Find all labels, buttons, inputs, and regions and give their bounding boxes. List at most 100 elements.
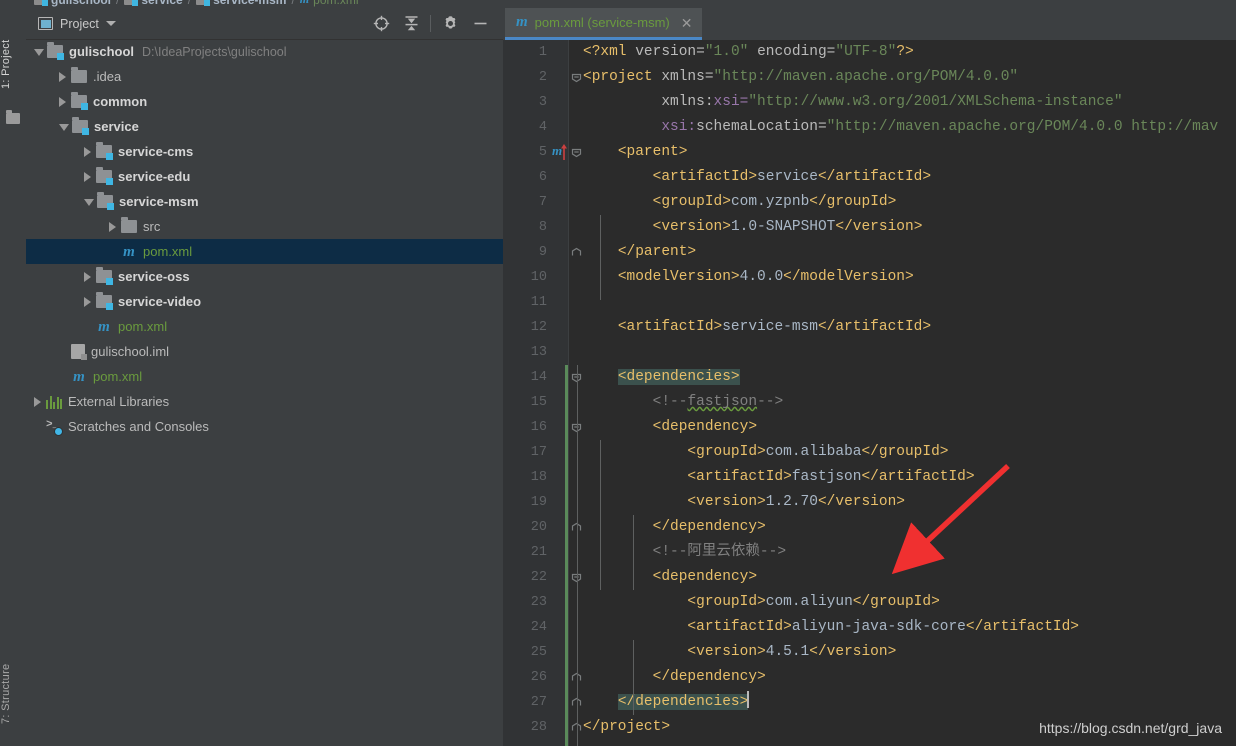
project-view-selector[interactable]: Project (38, 17, 116, 31)
tree-row-pom-xml[interactable]: m pom.xml (26, 314, 503, 339)
code-line-text[interactable]: <dependency> (583, 415, 757, 440)
code-line-5[interactable]: 5m <parent> (503, 140, 1236, 165)
tree-row-external-libraries[interactable]: External Libraries (26, 389, 503, 414)
code-line-19[interactable]: 19 <version>1.2.70</version> (503, 490, 1236, 515)
code-line-27[interactable]: 27 </dependencies> (503, 690, 1236, 715)
code-line-23[interactable]: 23 <groupId>com.aliyun</groupId> (503, 590, 1236, 615)
code-line-text[interactable]: <dependency> (583, 565, 757, 590)
line-number[interactable]: 25 (503, 640, 547, 665)
line-number[interactable]: 21 (503, 540, 547, 565)
tree-row-service-msm[interactable]: service-msm (26, 189, 503, 214)
code-line-2[interactable]: 2 <project xmlns="http://maven.apache.org… (503, 65, 1236, 90)
tool-window-tab-structure[interactable]: 7: Structure (0, 648, 26, 740)
code-line-text[interactable]: </project> (583, 715, 670, 740)
code-line-text[interactable]: <version>4.5.1</version> (583, 640, 896, 665)
code-line-17[interactable]: 17 <groupId>com.alibaba</groupId> (503, 440, 1236, 465)
code-line-text[interactable]: </dependency> (583, 665, 766, 690)
code-line-text[interactable]: <artifactId>fastjson</artifactId> (583, 465, 974, 490)
line-number[interactable]: 1 (503, 40, 547, 65)
chevron-down-icon[interactable] (105, 21, 116, 26)
collapse-all-icon[interactable] (396, 10, 426, 38)
breadcrumb-item-service-msm[interactable]: service-msm (196, 0, 286, 7)
tree-row-service[interactable]: service (26, 114, 503, 139)
code-line-text[interactable]: <artifactId>aliyun-java-sdk-core</artifa… (583, 615, 1079, 640)
code-line-text[interactable]: <groupId>com.aliyun</groupId> (583, 590, 939, 615)
editor-scrollbar[interactable] (1223, 72, 1236, 746)
code-line-9[interactable]: 9 </parent> (503, 240, 1236, 265)
line-number[interactable]: 23 (503, 590, 547, 615)
line-number[interactable]: 14 (503, 365, 547, 390)
line-number[interactable]: 24 (503, 615, 547, 640)
line-number[interactable]: 4 (503, 115, 547, 140)
line-number[interactable]: 11 (503, 290, 547, 315)
code-line-16[interactable]: 16 <dependency> (503, 415, 1236, 440)
code-line-3[interactable]: 3 xmlns:xsi="http://www.w3.org/2001/XMLS… (503, 90, 1236, 115)
code-line-4[interactable]: 4 xsi:schemaLocation="http://maven.apach… (503, 115, 1236, 140)
line-number[interactable]: 12 (503, 315, 547, 340)
chevron-right-icon[interactable] (109, 221, 116, 232)
line-number[interactable]: 9 (503, 240, 547, 265)
code-line-text[interactable]: <artifactId>service</artifactId> (583, 165, 931, 190)
tree-row-service-edu[interactable]: service-edu (26, 164, 503, 189)
line-number[interactable]: 26 (503, 665, 547, 690)
breadcrumb-item-service[interactable]: service (124, 0, 183, 7)
code-line-text[interactable]: <groupId>com.alibaba</groupId> (583, 440, 948, 465)
code-line-22[interactable]: 22 <dependency> (503, 565, 1236, 590)
tree-row-pom-xml[interactable]: m pom.xml (26, 239, 503, 264)
code-line-26[interactable]: 26 </dependency> (503, 665, 1236, 690)
chevron-right-icon[interactable] (84, 171, 91, 182)
breadcrumb-item-gulischool[interactable]: gulischool (34, 0, 111, 7)
tree-row-gulischool-iml[interactable]: gulischool.iml (26, 339, 503, 364)
code-line-text[interactable]: </dependency> (583, 515, 766, 540)
tree-row-service-video[interactable]: service-video (26, 289, 503, 314)
line-number[interactable]: 5 (503, 140, 547, 165)
fold-collapse-icon[interactable] (571, 147, 582, 158)
line-number[interactable]: 15 (503, 390, 547, 415)
maven-reimport-icon[interactable]: m (552, 144, 568, 161)
code-line-text[interactable]: <project xmlns="http://maven.apache.org/… (583, 65, 1018, 90)
line-number[interactable]: 19 (503, 490, 547, 515)
select-opened-file-icon[interactable] (366, 10, 396, 38)
tree-row-gulischool[interactable]: gulischool D:\IdeaProjects\gulischool (26, 39, 503, 64)
code-line-text[interactable]: <version>1.0-SNAPSHOT</version> (583, 215, 923, 240)
code-line-text[interactable]: <!--阿里云依赖--> (583, 540, 786, 565)
fold-collapse-icon[interactable] (571, 72, 582, 83)
line-number[interactable]: 17 (503, 440, 547, 465)
code-line-15[interactable]: 15 <!--fastjson--> (503, 390, 1236, 415)
line-number[interactable]: 27 (503, 690, 547, 715)
code-line-text[interactable]: <groupId>com.yzpnb</groupId> (583, 190, 897, 215)
code-line-10[interactable]: 10 <modelVersion>4.0.0</modelVersion> (503, 265, 1236, 290)
tree-row-pom-xml[interactable]: m pom.xml (26, 364, 503, 389)
line-number[interactable]: 16 (503, 415, 547, 440)
folder-icon[interactable] (6, 110, 20, 124)
code-line-20[interactable]: 20 </dependency> (503, 515, 1236, 540)
fold-end-marker[interactable] (571, 247, 582, 258)
line-number[interactable]: 7 (503, 190, 547, 215)
editor-tab-pom-xml[interactable]: m pom.xml (service-msm) ✕ (505, 8, 703, 40)
code-line-25[interactable]: 25 <version>4.5.1</version> (503, 640, 1236, 665)
line-number[interactable]: 13 (503, 340, 547, 365)
line-number[interactable]: 10 (503, 265, 547, 290)
code-line-21[interactable]: 21 <!--阿里云依赖--> (503, 540, 1236, 565)
line-number[interactable]: 6 (503, 165, 547, 190)
tree-row-common[interactable]: common (26, 89, 503, 114)
project-tree[interactable]: gulischool D:\IdeaProjects\gulischool .ide… (26, 39, 503, 746)
code-line-8[interactable]: 8 <version>1.0-SNAPSHOT</version> (503, 215, 1236, 240)
tree-row--idea[interactable]: .idea (26, 64, 503, 89)
code-line-text[interactable]: <dependencies> (583, 365, 740, 390)
line-number[interactable]: 20 (503, 515, 547, 540)
line-number[interactable]: 8 (503, 215, 547, 240)
code-line-18[interactable]: 18 <artifactId>fastjson</artifactId> (503, 465, 1236, 490)
code-line-12[interactable]: 12 <artifactId>service-msm</artifactId> (503, 315, 1236, 340)
line-number[interactable]: 2 (503, 65, 547, 90)
code-line-13[interactable]: 13 (503, 340, 1236, 365)
chevron-right-icon[interactable] (59, 96, 66, 107)
code-line-text[interactable]: <parent> (583, 140, 688, 165)
chevron-right-icon[interactable] (84, 296, 91, 307)
close-icon[interactable]: ✕ (681, 16, 693, 30)
code-line-1[interactable]: 1 <?xml version="1.0" encoding="UTF-8"?> (503, 40, 1236, 65)
line-number[interactable]: 22 (503, 565, 547, 590)
line-number[interactable]: 18 (503, 465, 547, 490)
tree-row-service-oss[interactable]: service-oss (26, 264, 503, 289)
line-number[interactable]: 28 (503, 715, 547, 740)
